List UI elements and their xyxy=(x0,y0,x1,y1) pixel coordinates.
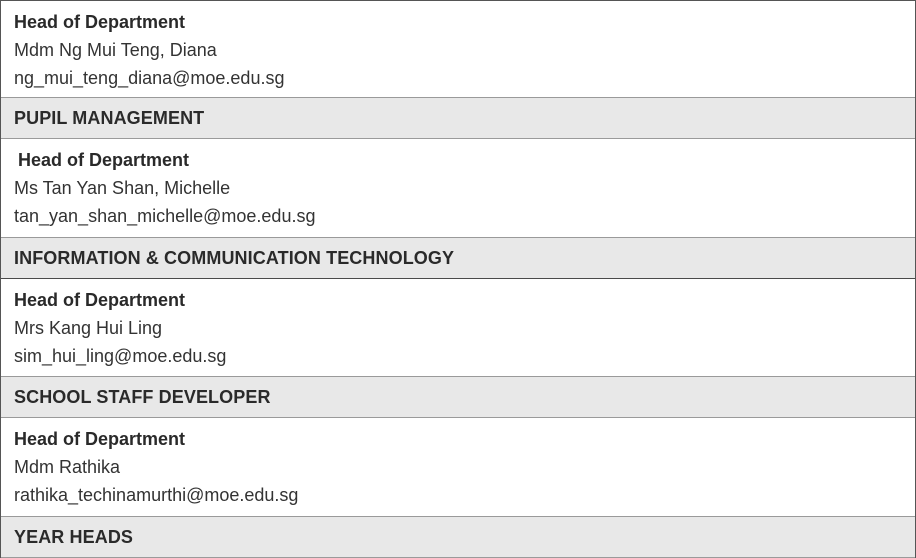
contact-email: rathika_techinamurthi@moe.edu.sg xyxy=(14,485,299,505)
section-title: SCHOOL STAFF DEVELOPER xyxy=(14,386,271,407)
contact-cell: Head of Department Mrs Kang Hui Ling sim… xyxy=(1,279,915,376)
contact-cell: Head of Department Ms Tan Yan Shan, Mich… xyxy=(1,139,915,237)
contact-cell: Head of Department Mdm Rathika rathika_t… xyxy=(1,418,915,516)
contact-name: Mdm Ng Mui Teng, Diana xyxy=(14,40,217,60)
contact-role: Head of Department xyxy=(14,12,186,32)
section-title: PUPIL MANAGEMENT xyxy=(14,107,205,128)
contact-role: Head of Department xyxy=(18,150,190,170)
section-header-pupil-management: PUPIL MANAGEMENT xyxy=(1,97,915,139)
contact-name: Mrs Kang Hui Ling xyxy=(14,318,163,338)
contact-name: Mdm Rathika xyxy=(14,457,121,477)
section-header-ict: INFORMATION & COMMUNICATION TECHNOLOGY xyxy=(1,237,915,279)
staff-directory-table: Head of Department Mdm Ng Mui Teng, Dian… xyxy=(0,0,916,558)
section-header-school-staff-developer: SCHOOL STAFF DEVELOPER xyxy=(1,376,915,418)
section-title: INFORMATION & COMMUNICATION TECHNOLOGY xyxy=(14,247,455,268)
section-title: YEAR HEADS xyxy=(14,526,134,547)
contact-email: tan_yan_shan_michelle@moe.edu.sg xyxy=(14,206,316,226)
contact-name: Ms Tan Yan Shan, Michelle xyxy=(14,178,231,198)
contact-cell: Head of Department Mdm Ng Mui Teng, Dian… xyxy=(1,1,915,97)
contact-role: Head of Department xyxy=(14,429,186,449)
contact-email: ng_mui_teng_diana@moe.edu.sg xyxy=(14,68,285,88)
section-header-year-heads: YEAR HEADS xyxy=(1,516,915,558)
contact-role: Head of Department xyxy=(14,290,186,310)
contact-email: sim_hui_ling@moe.edu.sg xyxy=(14,346,227,366)
